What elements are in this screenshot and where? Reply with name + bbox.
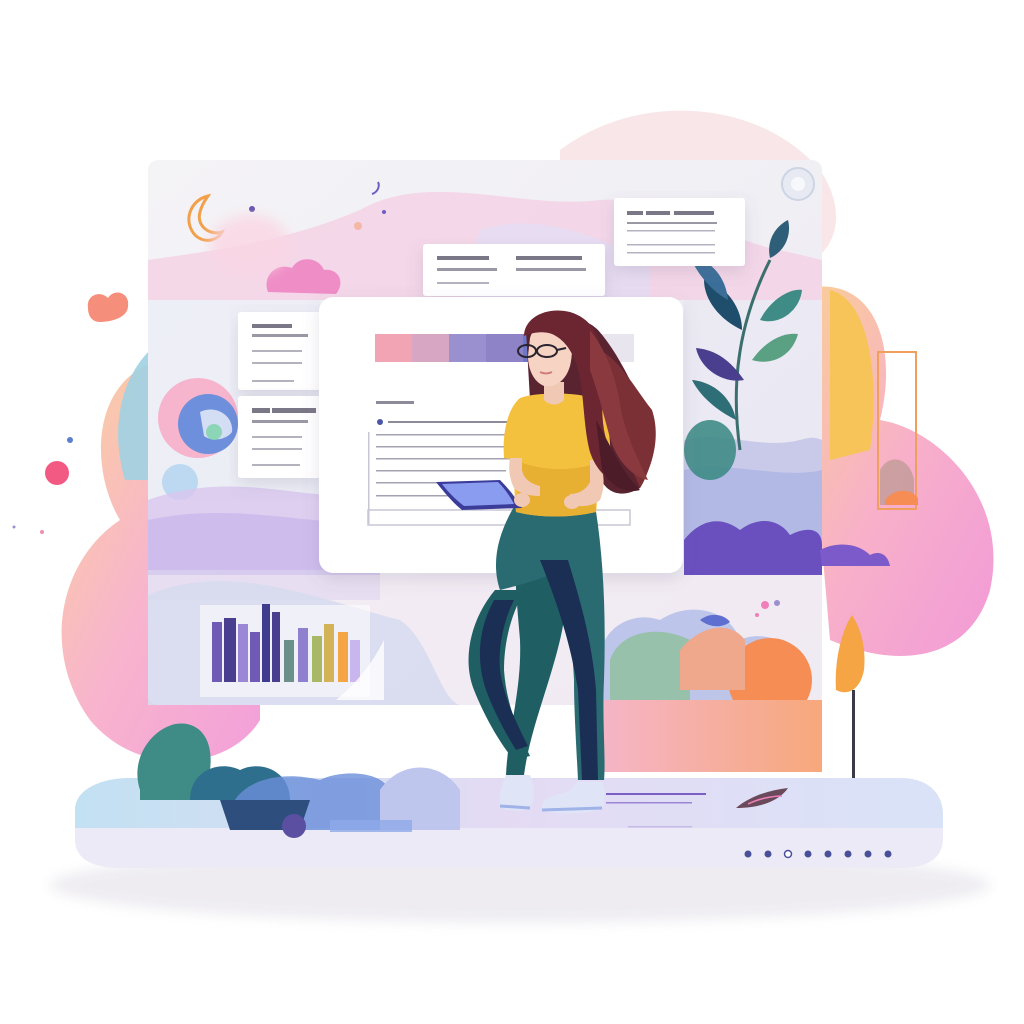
carousel-dot[interactable] (783, 849, 793, 859)
circle-icon (791, 177, 805, 191)
info-card-top-right (614, 198, 745, 266)
carousel-dot[interactable] (824, 850, 832, 858)
palette-swatch[interactable] (486, 334, 523, 362)
carousel-dot[interactable] (764, 850, 772, 858)
carousel-dot[interactable] (844, 850, 852, 858)
carousel-dot[interactable] (864, 850, 872, 858)
info-card-top-center (423, 244, 605, 296)
carousel-dot[interactable] (744, 850, 752, 858)
palette-swatch[interactable] (412, 334, 449, 362)
dot-pink (45, 461, 69, 485)
carousel-dot[interactable] (884, 850, 892, 858)
info-card-left-1 (238, 312, 322, 390)
illustration-canvas (12, 110, 994, 923)
bar-chart-graphic (200, 604, 370, 697)
carousel-dot[interactable] (804, 850, 812, 858)
heart-shape (87, 292, 129, 322)
info-card-left-2 (238, 396, 322, 478)
palette-swatch[interactable] (449, 334, 486, 362)
window-control-button[interactable] (781, 167, 815, 201)
palette-swatch[interactable] (375, 334, 412, 362)
